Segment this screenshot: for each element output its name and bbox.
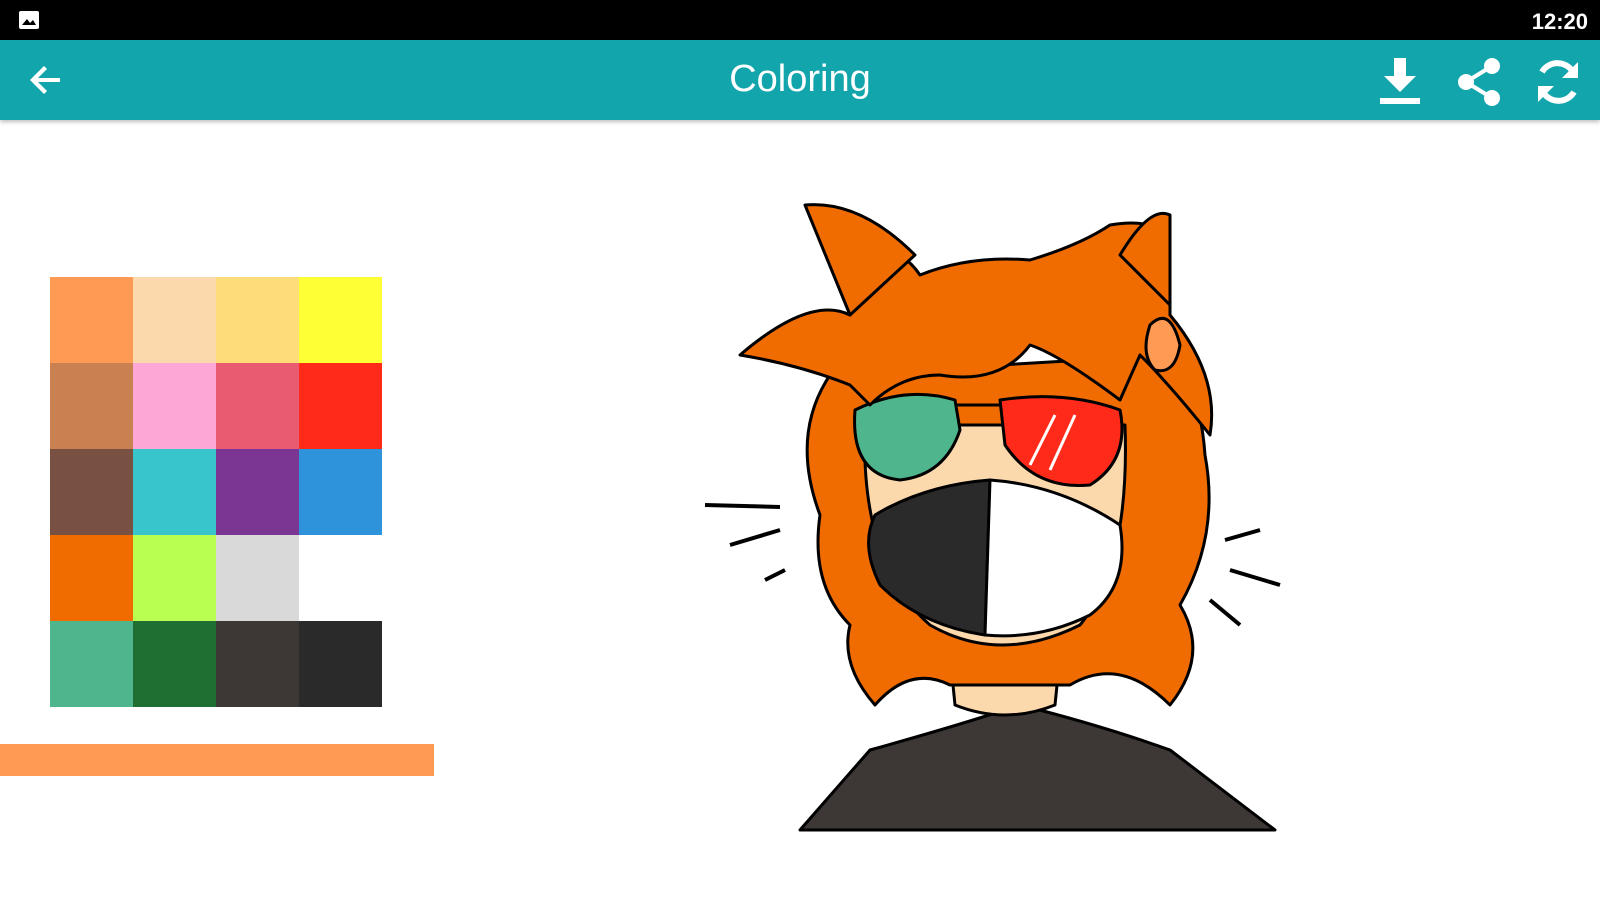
refresh-icon[interactable] [1530,54,1586,110]
coloring-canvas[interactable] [700,185,1320,855]
status-time: 12:20 [1531,9,1588,34]
color-swatch[interactable] [216,535,299,621]
color-swatch[interactable] [133,363,216,449]
character-drawing [704,203,1281,832]
gallery-icon [19,11,39,29]
app-bar: Coloring [0,40,1600,120]
color-swatch[interactable] [50,363,133,449]
color-swatch[interactable] [133,449,216,535]
color-swatch[interactable] [216,363,299,449]
color-swatch[interactable] [299,621,382,707]
color-swatch[interactable] [50,449,133,535]
color-palette [50,277,382,707]
color-swatch[interactable] [50,621,133,707]
download-icon[interactable] [1372,54,1428,110]
color-swatch[interactable] [216,621,299,707]
color-swatch[interactable] [216,449,299,535]
status-bar: 12:20 [0,0,1600,40]
color-swatch[interactable] [50,535,133,621]
color-swatch[interactable] [133,535,216,621]
page-title: Coloring [729,58,871,100]
color-swatch[interactable] [299,449,382,535]
color-swatch[interactable] [50,277,133,363]
color-swatch[interactable] [133,621,216,707]
selected-color-bar [0,744,434,776]
color-swatch[interactable] [216,277,299,363]
color-swatch[interactable] [299,277,382,363]
color-swatch[interactable] [133,277,216,363]
color-swatch[interactable] [299,363,382,449]
share-icon[interactable] [1452,54,1508,110]
color-swatch[interactable] [299,535,382,621]
